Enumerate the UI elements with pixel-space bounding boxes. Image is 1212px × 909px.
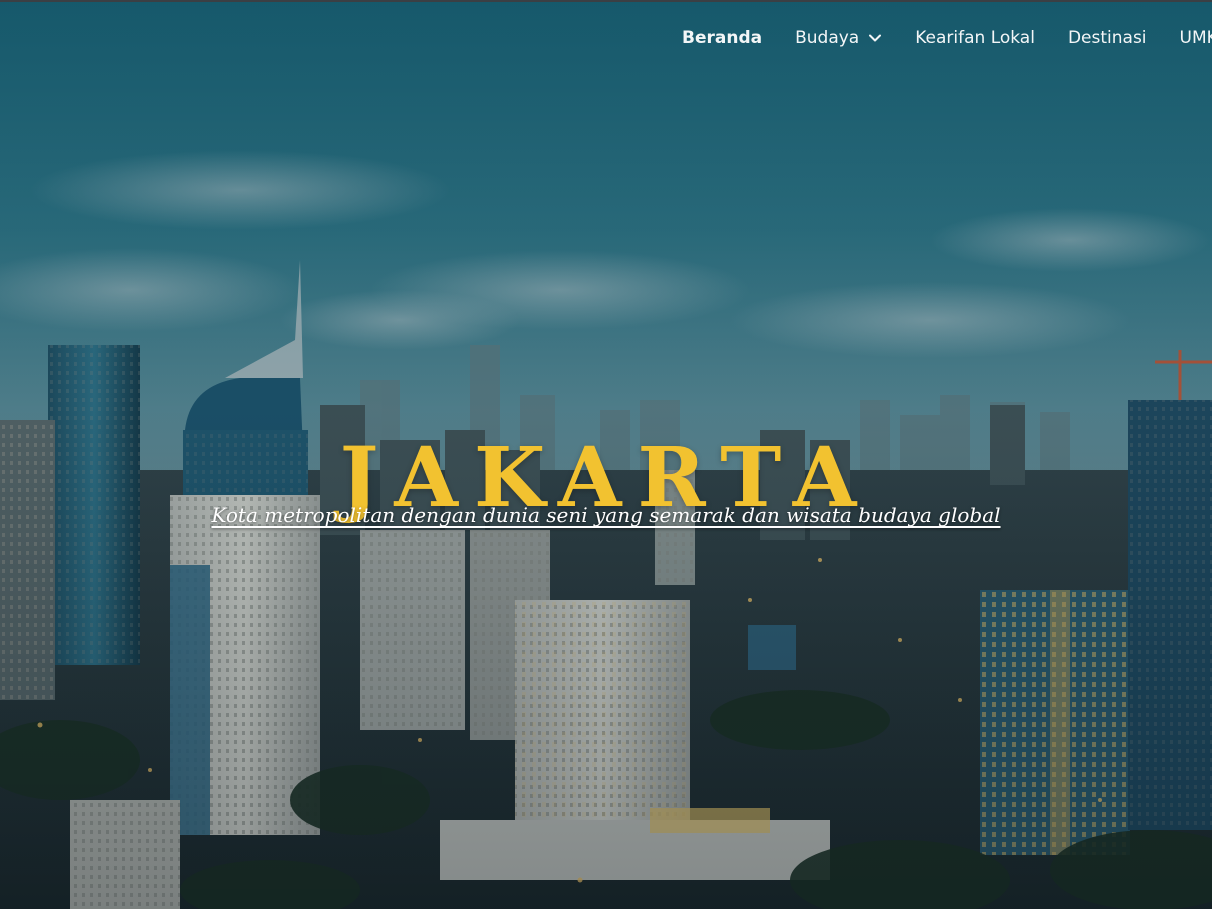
nav-item-destinasi[interactable]: Destinasi — [1068, 18, 1147, 58]
nav-item-budaya[interactable]: Budaya — [795, 18, 882, 58]
chevron-down-icon — [869, 34, 882, 42]
nav-item-label: Destinasi — [1067, 28, 1147, 48]
nav-item-label: Kearifan Lokal — [915, 28, 1035, 48]
main-navbar: Beranda Budaya Kearifan Lokal Destinasi … — [0, 18, 1212, 58]
nav-item-label: Budaya — [795, 28, 860, 48]
nav-item-label: UMKM — [1179, 28, 1212, 48]
nav-item-beranda[interactable]: Beranda — [682, 18, 762, 58]
hero-section: Beranda Budaya Kearifan Lokal Destinasi … — [0, 0, 1212, 909]
nav-list: Beranda Budaya Kearifan Lokal Destinasi … — [682, 18, 1212, 58]
nav-item-kearifan-lokal[interactable]: Kearifan Lokal — [915, 18, 1035, 58]
top-border — [0, 0, 1212, 2]
nav-item-label: Beranda — [682, 28, 763, 48]
nav-item-umkm[interactable]: UMKM — [1180, 18, 1212, 58]
hero-subtitle-link[interactable]: Kota metropolitan dengan dunia seni yang… — [0, 503, 1212, 527]
